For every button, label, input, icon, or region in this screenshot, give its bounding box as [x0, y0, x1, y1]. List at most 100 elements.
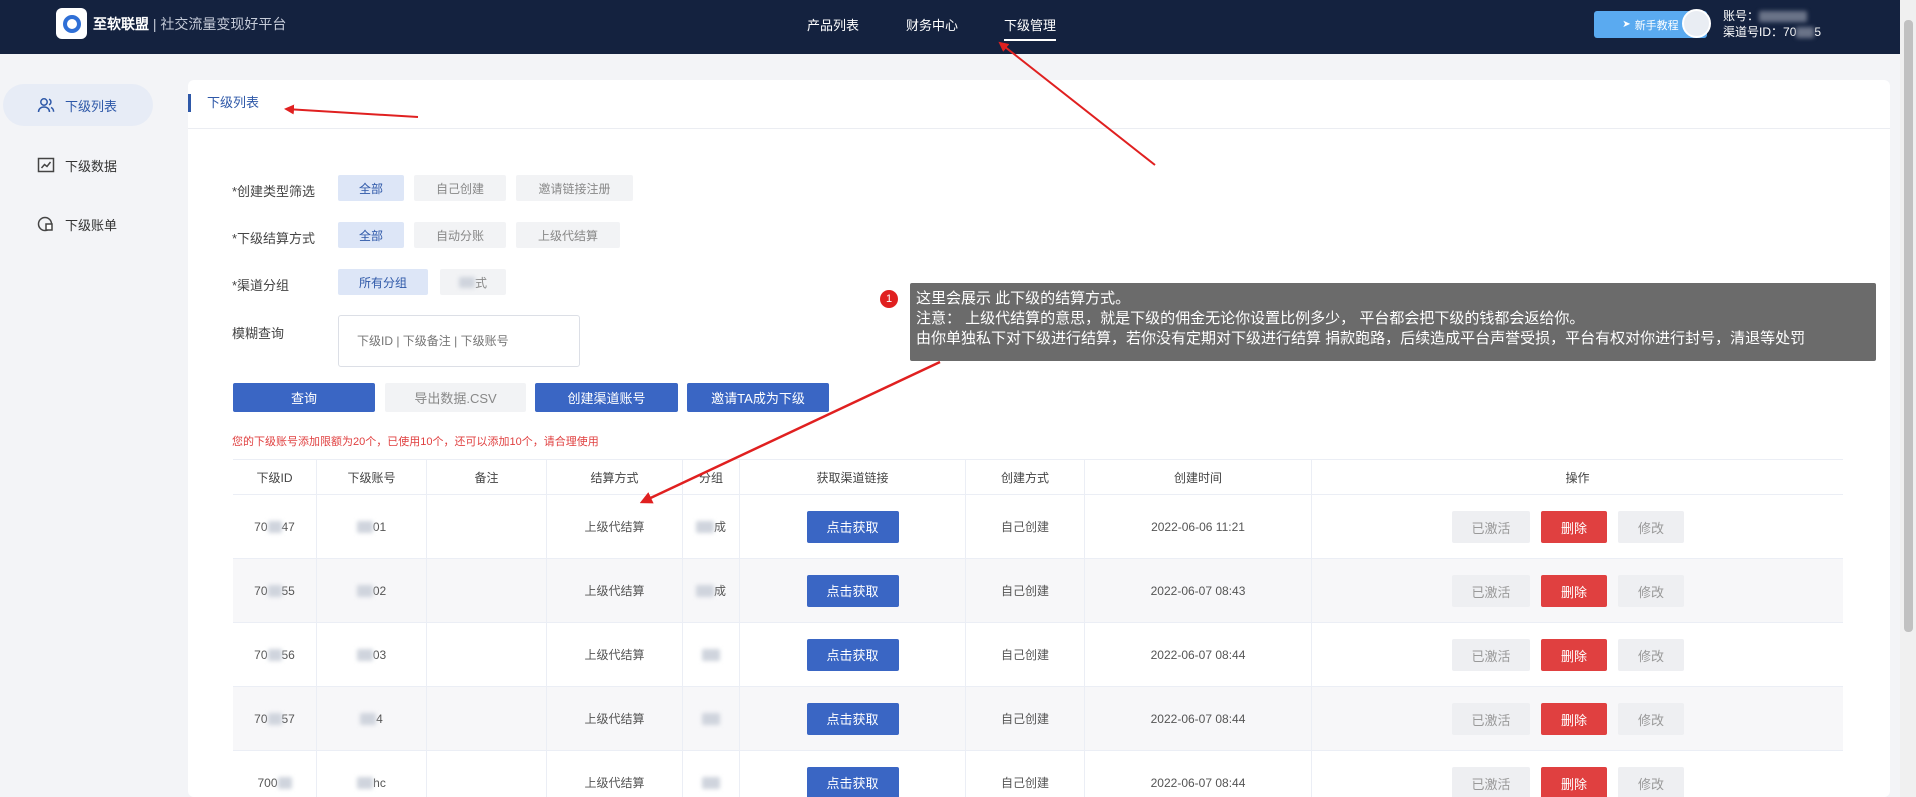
- delete-button[interactable]: 删除: [1541, 767, 1607, 797]
- row-operations: 已激活 删除 修改: [1452, 687, 1692, 751]
- cell-get-link: 点击获取: [740, 559, 966, 622]
- nav-sub-management[interactable]: 下级管理: [1004, 15, 1057, 41]
- sub-id-prefix: 700: [257, 775, 278, 790]
- cell-sub-account: hc: [317, 751, 427, 797]
- sub-id-redacted: [277, 776, 292, 789]
- row-operations: 已激活 删除 修改: [1452, 623, 1692, 687]
- sub-id-suffix: 55: [281, 583, 295, 598]
- cell-sub-account: 4: [317, 687, 427, 750]
- cell-sub-id: 70 55: [233, 559, 317, 622]
- export-csv-button[interactable]: 导出数据.CSV: [385, 383, 526, 412]
- create-time: 2022-06-07 08:43: [1150, 583, 1246, 598]
- sub-account-suffix: 4: [376, 711, 383, 726]
- nav-finance-center[interactable]: 财务中心: [906, 15, 958, 34]
- sidebar-item-sub-data[interactable]: 下级数据: [3, 144, 153, 186]
- cell-group: [683, 623, 740, 686]
- cell-settle-mode: 上级代结算: [547, 687, 683, 750]
- sidebar-item-sub-list[interactable]: 下级列表: [3, 84, 153, 126]
- sub-account-suffix: 02: [372, 583, 387, 598]
- th-sub-account: 下级账号: [317, 460, 427, 494]
- get-channel-link-button[interactable]: 点击获取: [806, 702, 899, 735]
- get-channel-link-button[interactable]: 点击获取: [806, 638, 899, 671]
- sidebar-item-sub-bill[interactable]: 下级账单: [3, 203, 153, 245]
- edit-button[interactable]: 修改: [1618, 703, 1684, 735]
- th-remark: 备注: [427, 460, 547, 494]
- channel-id-redacted: [1796, 27, 1815, 39]
- activated-button[interactable]: 已激活: [1452, 639, 1530, 671]
- brand-logo-icon[interactable]: [56, 8, 87, 39]
- settle-mode: 上级代结算: [584, 520, 645, 534]
- annotation-line: 由你单独私下对下级进行结算，若你没有定期对下级进行结算 捐款跑路，后续造成平台声…: [916, 330, 1806, 347]
- get-channel-link-button[interactable]: 点击获取: [806, 574, 899, 607]
- cell-create-time: 2022-06-07 08:44: [1085, 687, 1312, 750]
- brand-separator: |: [149, 16, 161, 32]
- edit-button[interactable]: 修改: [1618, 511, 1684, 543]
- edit-button[interactable]: 修改: [1618, 767, 1684, 797]
- activated-button[interactable]: 已激活: [1452, 703, 1530, 735]
- channel-group-other-chip[interactable]: 式: [440, 269, 506, 295]
- settle-mode: 上级代结算: [584, 712, 645, 726]
- edit-button[interactable]: 修改: [1618, 575, 1684, 607]
- tutorial-label: 新手教程: [1634, 19, 1679, 32]
- query-button[interactable]: 查询: [233, 383, 375, 412]
- activated-button[interactable]: 已激活: [1452, 767, 1530, 797]
- settle-mode-parent-chip[interactable]: 上级代结算: [516, 222, 620, 248]
- page-scrollbar-thumb[interactable]: [1904, 20, 1913, 632]
- settle-mode-auto-chip[interactable]: 自动分账: [414, 222, 506, 248]
- sub-id-redacted: [267, 712, 282, 725]
- edit-button[interactable]: 修改: [1618, 639, 1684, 671]
- nav-product-list[interactable]: 产品列表: [807, 15, 859, 34]
- quota-notice: 您的下级账号添加限额为20个，已使用10个，还可以添加10个，请合理使用: [232, 436, 599, 448]
- cell-create-mode: 自己创建: [966, 623, 1085, 686]
- create-type-all-chip[interactable]: 全部: [338, 175, 404, 201]
- sub-account-redacted: [356, 584, 373, 597]
- delete-button[interactable]: 删除: [1541, 639, 1607, 671]
- sub-id-redacted: [267, 584, 282, 597]
- cell-settle-mode: 上级代结算: [547, 623, 683, 686]
- top-navbar: 至软联盟 | 社交流量变现好平台 产品列表 财务中心 下级管理 ➤ 新手教程 账…: [0, 0, 1916, 54]
- table-row: 70 57 4 上级代结算 点击获取 自己创建 2022-06-07 08:44 已激活 删除修…: [233, 687, 1843, 751]
- cell-sub-account: 03: [317, 623, 427, 686]
- invite-sub-button[interactable]: 邀请TA成为下级: [687, 383, 829, 412]
- delete-button[interactable]: 删除: [1541, 703, 1607, 735]
- get-channel-link-button[interactable]: 点击获取: [806, 766, 899, 797]
- cell-get-link: 点击获取: [740, 687, 966, 750]
- cell-group: 成: [683, 495, 740, 558]
- create-channel-account-button[interactable]: 创建渠道账号: [535, 383, 678, 412]
- sub-id-suffix: 56: [281, 647, 295, 662]
- create-mode: 自己创建: [1000, 520, 1049, 534]
- sidebar-item-label: 下级列表: [65, 98, 118, 114]
- sidebar-item-label: 下级数据: [65, 158, 118, 174]
- sub-id-prefix: 70: [254, 519, 268, 534]
- row-operations: 已激活 删除 修改: [1452, 751, 1692, 797]
- sub-account-suffix: 01: [372, 519, 387, 534]
- settle-mode-all-chip[interactable]: 全部: [338, 222, 404, 248]
- annotation-tooltip: 这里会展示 此下级的结算方式。 注意： 上级代结算的意思，就是下级的佣金无论你设…: [910, 283, 1876, 361]
- fuzzy-search-label: 模糊查询: [232, 326, 285, 341]
- activated-button[interactable]: 已激活: [1452, 575, 1530, 607]
- delete-button[interactable]: 删除: [1541, 575, 1607, 607]
- brand-title[interactable]: 至软联盟 | 社交流量变现好平台: [93, 14, 286, 34]
- channel-group-label: *渠道分组: [232, 278, 290, 293]
- sub-id-prefix: 70: [254, 647, 268, 662]
- create-type-invite-chip[interactable]: 邀请链接注册: [516, 175, 633, 201]
- sub-account-suffix: hc: [373, 775, 386, 790]
- channel-group-other-label: 式: [474, 275, 487, 290]
- channel-group-all-chip[interactable]: 所有分组: [338, 269, 428, 295]
- group-redacted: [695, 520, 714, 533]
- sub-id-suffix: 47: [281, 519, 295, 534]
- settle-mode: 上级代结算: [584, 648, 645, 662]
- group-redacted: [695, 584, 714, 597]
- activated-button[interactable]: 已激活: [1452, 511, 1530, 543]
- cell-sub-id: 70 56: [233, 623, 317, 686]
- delete-button[interactable]: 删除: [1541, 511, 1607, 543]
- cell-group: [683, 751, 740, 797]
- avatar[interactable]: [1682, 9, 1711, 38]
- cell-create-time: 2022-06-07 08:44: [1085, 623, 1312, 686]
- get-channel-link-button[interactable]: 点击获取: [806, 510, 899, 543]
- create-type-self-chip[interactable]: 自己创建: [414, 175, 506, 201]
- sub-id-redacted: [267, 520, 282, 533]
- fuzzy-search-input[interactable]: [338, 315, 580, 367]
- create-mode: 自己创建: [1000, 584, 1049, 598]
- table-row: 70 47 01 上级代结算 成 点击获取 自己创建 2022-06-06 11:21 已激活删…: [233, 495, 1843, 559]
